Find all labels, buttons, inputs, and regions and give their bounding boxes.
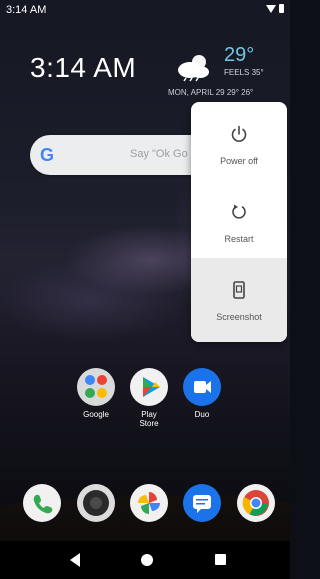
- navigation-bar: [0, 541, 290, 579]
- app-google-folder[interactable]: Google: [74, 368, 118, 419]
- dock-messages[interactable]: [180, 484, 224, 522]
- app-label-play-store: Play Store: [139, 410, 159, 428]
- home-icon[interactable]: [141, 554, 153, 566]
- weather-feels-like: FEELS 35°: [224, 68, 264, 77]
- chrome-icon: [237, 484, 275, 522]
- clock-widget[interactable]: 3:14 AM: [30, 52, 136, 84]
- dock-chrome[interactable]: [234, 484, 278, 522]
- wifi-icon: [266, 5, 276, 13]
- messages-icon: [183, 484, 221, 522]
- app-duo[interactable]: Duo: [180, 368, 224, 419]
- screenshot-button[interactable]: Screenshot: [191, 258, 287, 342]
- photos-pinwheel-icon: [130, 484, 168, 522]
- power-menu: Power off Restart Screenshot: [191, 102, 287, 342]
- dock-camera[interactable]: [74, 484, 118, 522]
- search-placeholder: Say "Ok Go: [130, 148, 188, 160]
- play-store-icon: [130, 368, 168, 406]
- app-label-google: Google: [83, 410, 109, 419]
- google-folder-icon: [77, 368, 115, 406]
- screenshot-label: Screenshot: [216, 312, 262, 322]
- status-bar: 3:14 AM: [0, 0, 290, 20]
- phone-icon: [23, 484, 61, 522]
- date-and-forecast[interactable]: MON, APRIL 29 29° 26°: [168, 88, 253, 97]
- dock-photos[interactable]: [127, 484, 171, 522]
- power-icon: [231, 125, 247, 142]
- dock-phone[interactable]: [20, 484, 64, 522]
- phone-screen: 3:14 AM 3:14 AM 29° FEELS 35° MON, APRIL…: [0, 0, 290, 579]
- restart-button[interactable]: Restart: [191, 180, 287, 258]
- camera-lens-icon: [77, 484, 115, 522]
- weather-temperature[interactable]: 29°: [224, 44, 254, 67]
- google-search-bar[interactable]: G Say "Ok Go: [30, 135, 210, 175]
- restart-icon: [232, 204, 246, 219]
- duo-video-icon: [183, 368, 221, 406]
- back-icon[interactable]: [70, 553, 80, 567]
- restart-label: Restart: [224, 234, 254, 244]
- app-label-duo: Duo: [194, 410, 210, 419]
- google-g-icon: G: [40, 145, 55, 165]
- status-time: 3:14 AM: [6, 4, 47, 16]
- app-play-store[interactable]: Play Store: [127, 368, 171, 428]
- recent-apps-icon[interactable]: [215, 554, 226, 565]
- screenshot-icon: [233, 281, 245, 299]
- battery-icon: [279, 4, 284, 13]
- power-off-button[interactable]: Power off: [191, 102, 287, 180]
- power-off-label: Power off: [220, 156, 258, 166]
- weather-cloud-icon[interactable]: [173, 52, 213, 82]
